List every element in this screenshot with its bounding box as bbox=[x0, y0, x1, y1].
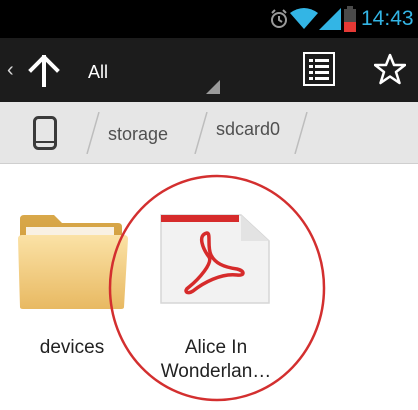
status-bar: 14:43 bbox=[0, 0, 418, 38]
file-name-line: Alice In bbox=[184, 337, 248, 358]
wifi-icon bbox=[290, 8, 318, 35]
breadcrumb: storage sdcard0 bbox=[0, 102, 418, 164]
breadcrumb-root[interactable] bbox=[0, 102, 90, 164]
phone-icon bbox=[33, 116, 57, 155]
clock-time: 14:43 bbox=[361, 7, 414, 30]
breadcrumb-item-sdcard0[interactable]: sdcard0 bbox=[216, 119, 280, 140]
alarm-icon bbox=[270, 9, 288, 34]
filter-spinner[interactable]: All bbox=[88, 50, 230, 96]
back-chevron-icon[interactable]: ‹ bbox=[7, 60, 14, 80]
list-view-icon[interactable] bbox=[303, 52, 335, 91]
breadcrumb-separator bbox=[194, 111, 208, 159]
pdf-icon bbox=[159, 213, 271, 310]
star-icon[interactable] bbox=[373, 53, 407, 90]
file-name: devices bbox=[39, 337, 105, 358]
battery-icon bbox=[344, 6, 356, 37]
file-item-alice-in-wonderland[interactable]: Alice In Wonderlan… bbox=[140, 164, 300, 404]
file-name-line: Wonderlan… bbox=[160, 361, 272, 382]
breadcrumb-item-storage[interactable]: storage bbox=[108, 124, 168, 145]
spinner-corner-icon bbox=[206, 80, 220, 99]
filter-label: All bbox=[88, 62, 109, 82]
breadcrumb-separator bbox=[86, 111, 100, 159]
signal-icon bbox=[319, 8, 341, 35]
file-grid: devices Alice In Wonderlan… bbox=[0, 164, 418, 410]
folder-icon bbox=[18, 211, 128, 316]
file-name: Alice In Wonderlan… bbox=[140, 336, 292, 384]
action-bar: ‹ All bbox=[0, 38, 418, 102]
breadcrumb-separator bbox=[294, 111, 308, 159]
file-item-devices[interactable]: devices bbox=[12, 164, 142, 394]
up-arrow-icon[interactable] bbox=[28, 54, 60, 92]
